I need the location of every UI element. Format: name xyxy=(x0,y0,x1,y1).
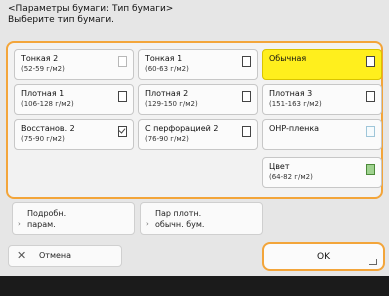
plain-paper-weight-label: Пар плотн. обычн. бум. xyxy=(155,209,205,229)
paper-type-thin-1[interactable]: Тонкая 1 (60-63 г/м2) xyxy=(138,49,258,80)
paper-type-range: (76-90 г/м2) xyxy=(145,135,189,143)
paper-type-range: (129-150 г/м2) xyxy=(145,100,198,108)
paper-type-transparency[interactable]: OHP-пленка xyxy=(262,119,382,150)
paper-icon xyxy=(242,91,251,102)
cancel-label: Отмена xyxy=(39,251,72,260)
paper-type-name: Плотная 3 xyxy=(269,89,313,98)
paper-type-thin-2[interactable]: Тонкая 2 (52-59 г/м2) xyxy=(14,49,134,80)
paper-type-color[interactable]: Цвет (64-82 г/м2) xyxy=(262,157,382,188)
paper-type-plain[interactable]: Обычная xyxy=(262,49,382,80)
close-icon: ✕ xyxy=(17,249,27,262)
details-settings-label: Подробн. парам. xyxy=(27,209,67,229)
dialog-title: <Параметры бумаги: Тип бумаги> xyxy=(8,4,174,14)
paper-type-heavy-1[interactable]: Плотная 1 (106-128 г/м2) xyxy=(14,84,134,115)
paper-type-name: Плотная 2 xyxy=(145,89,189,98)
paper-type-range: (106-128 г/м2) xyxy=(21,100,74,108)
paper-icon xyxy=(118,91,127,102)
paper-type-prepunched-2[interactable]: С перфорацией 2 (76-90 г/м2) xyxy=(138,119,258,150)
color-paper-icon xyxy=(366,164,375,175)
paper-type-name: Цвет xyxy=(269,162,290,171)
paper-type-panel: Тонкая 2 (52-59 г/м2) Тонкая 1 (60-63 г/… xyxy=(6,41,383,199)
paper-type-name: С перфорацией 2 xyxy=(145,124,219,133)
paper-type-name: Тонкая 1 xyxy=(145,54,183,63)
paper-type-heavy-2[interactable]: Плотная 2 (129-150 г/м2) xyxy=(138,84,258,115)
submenu-caret-icon: › xyxy=(18,220,21,228)
paper-type-name: Плотная 1 xyxy=(21,89,65,98)
paper-type-range: (52-59 г/м2) xyxy=(21,65,65,73)
ok-label: OK xyxy=(317,252,330,262)
bottom-status-bar xyxy=(0,276,389,296)
paper-type-recycled-2[interactable]: Восстанов. 2 (75-90 г/м2) xyxy=(14,119,134,150)
ok-button[interactable]: OK xyxy=(262,242,385,271)
paper-icon xyxy=(242,56,251,67)
dialog-header: <Параметры бумаги: Тип бумаги> Выберите … xyxy=(8,4,378,26)
paper-type-name: Восстанов. 2 xyxy=(21,124,75,133)
paper-type-range: (151-163 г/м2) xyxy=(269,100,322,108)
paper-type-range: (64-82 г/м2) xyxy=(269,173,313,181)
paper-icon xyxy=(366,56,375,67)
plain-paper-weight-button[interactable]: Пар плотн. обычн. бум. › xyxy=(140,202,263,235)
submenu-caret-icon: › xyxy=(146,220,149,228)
paper-icon xyxy=(366,91,375,102)
paper-type-range: (60-63 г/м2) xyxy=(145,65,189,73)
paper-type-name: OHP-пленка xyxy=(269,124,320,133)
transparency-icon xyxy=(366,126,375,137)
paper-icon xyxy=(242,126,251,137)
paper-type-heavy-3[interactable]: Плотная 3 (151-163 г/м2) xyxy=(262,84,382,115)
paper-icon xyxy=(118,56,127,67)
paper-type-name: Обычная xyxy=(269,54,307,63)
corner-mark-icon xyxy=(369,259,377,265)
paper-type-name: Тонкая 2 xyxy=(21,54,59,63)
paper-type-range: (75-90 г/м2) xyxy=(21,135,65,143)
recycled-paper-icon xyxy=(118,126,127,137)
details-settings-button[interactable]: Подробн. парам. › xyxy=(12,202,135,235)
dialog-instruction: Выберите тип бумаги. xyxy=(8,15,115,25)
cancel-button[interactable]: ✕ Отмена xyxy=(8,245,122,267)
